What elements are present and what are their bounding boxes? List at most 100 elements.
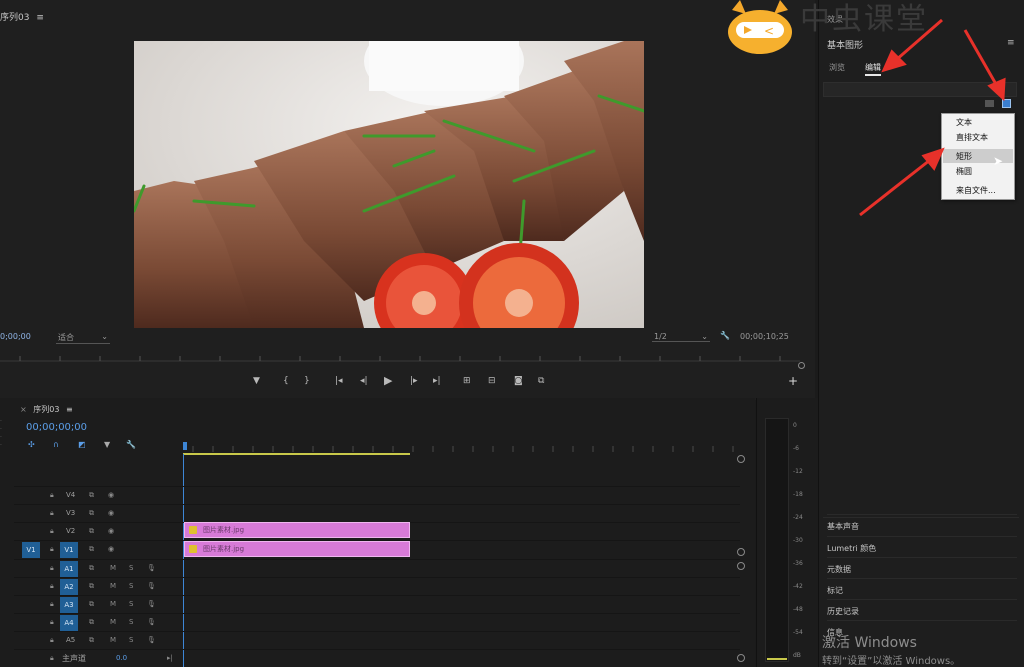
sync-lock-icon[interactable]: ⧉ [89, 582, 94, 591]
timeline-tab-label: 序列03 [33, 405, 60, 414]
microphone-icon[interactable]: 🎙︎ [147, 600, 156, 608]
track-master: 🔒︎ 主声道 0.0 ▸| [14, 649, 740, 667]
nest-icon[interactable]: ✣ [28, 440, 35, 449]
track-a2: 🔒︎ A2 ⧉ M S 🎙︎ [14, 577, 740, 595]
lock-icon[interactable]: 🔒︎ [50, 582, 54, 591]
clip-v1[interactable]: 图片素材.jpg [184, 541, 410, 557]
timeline-tab[interactable]: × 序列03 ≡ [20, 404, 73, 415]
sync-lock-icon[interactable]: ⧉ [89, 618, 94, 627]
microphone-icon[interactable]: 🎙︎ [147, 582, 156, 590]
meter-level [767, 658, 787, 660]
clip-name: 图片素材.jpg [203, 545, 245, 553]
go-to-end-icon[interactable]: ▸| [167, 654, 173, 662]
microphone-icon[interactable]: 🎙︎ [147, 564, 156, 572]
sync-lock-icon[interactable]: ⧉ [89, 636, 94, 645]
solo-button[interactable]: S [129, 564, 133, 572]
meter-tick: -42 [793, 583, 803, 590]
track-header: 🔒︎ A2 ⧉ M S 🎙︎ [14, 578, 182, 596]
track-a5: 🔒︎ A5 ⧉ M S 🎙︎ [14, 631, 740, 649]
track-target-a2[interactable]: A2 [60, 579, 78, 595]
track-target-a4[interactable]: A4 [60, 615, 78, 631]
eye-icon[interactable]: ◉ [108, 545, 114, 553]
track-target-a3[interactable]: A3 [60, 597, 78, 613]
scroll-handle[interactable] [737, 654, 745, 662]
mute-button[interactable]: M [110, 636, 116, 644]
clip-v2[interactable]: 图片素材.jpg [184, 522, 410, 538]
microphone-icon[interactable]: 🎙︎ [147, 636, 156, 644]
sync-lock-icon[interactable]: ⧉ [89, 509, 94, 518]
meter-tick: -54 [793, 629, 803, 636]
meter-tick: -6 [793, 445, 799, 452]
annotation-arrow-rectangle [859, 158, 931, 217]
fx-badge-icon [189, 526, 197, 534]
sync-lock-icon[interactable]: ⧉ [89, 545, 94, 554]
track-header: 🔒︎ A4 ⧉ M S 🎙︎ [14, 614, 182, 632]
track-name: V2 [66, 527, 76, 535]
mute-button[interactable]: M [110, 582, 116, 590]
meter-tick: -30 [793, 537, 803, 544]
lock-icon[interactable]: 🔒︎ [50, 527, 54, 536]
add-marker-icon[interactable]: ▼ [104, 440, 110, 449]
track-header: 🔒︎ V4 ⧉ ◉ [14, 487, 182, 505]
panel-menu-icon[interactable]: ≡ [66, 405, 73, 414]
meter-bars [765, 418, 789, 662]
track-header: 🔒︎ A3 ⧉ M S 🎙︎ [14, 596, 182, 614]
sync-lock-icon[interactable]: ⧉ [89, 527, 94, 536]
master-volume-value[interactable]: 0.0 [116, 654, 127, 662]
track-header: V1 🔒︎ V1 ⧉ ◉ [14, 541, 182, 559]
meter-tick: -18 [793, 491, 803, 498]
scroll-handle[interactable] [737, 455, 745, 463]
track-header: 🔒︎ V2 ⧉ ◉ [14, 523, 182, 541]
lock-icon[interactable]: 🔒︎ [50, 509, 54, 518]
master-track-label: 主声道 [62, 654, 86, 663]
mute-button[interactable]: M [110, 618, 116, 626]
microphone-icon[interactable]: 🎙︎ [147, 618, 156, 626]
lock-icon[interactable]: 🔒︎ [50, 564, 54, 573]
wrench-icon[interactable]: 🔧 [126, 440, 136, 449]
solo-button[interactable]: S [129, 600, 133, 608]
lock-icon[interactable]: 🔒︎ [50, 600, 54, 609]
track-a3: 🔒︎ A3 ⧉ M S 🎙︎ [14, 595, 740, 613]
solo-button[interactable]: S [129, 636, 133, 644]
fx-badge-icon [189, 545, 197, 553]
track-name: V3 [66, 509, 76, 517]
track-target-v1[interactable]: V1 [60, 542, 78, 558]
timeline-ruler[interactable] [183, 438, 743, 456]
track-a1: 🔒︎ A1 ⧉ M S 🎙︎ [14, 559, 740, 577]
timeline-timecode[interactable]: 00;00;00;00 [26, 422, 87, 433]
tool-strip[interactable]: · · · · [0, 418, 4, 458]
sync-lock-icon[interactable]: ⧉ [89, 564, 94, 573]
playhead-handle [183, 442, 187, 450]
track-target-a1[interactable]: A1 [60, 561, 78, 577]
meter-tick: -12 [793, 468, 803, 475]
mute-button[interactable]: M [110, 600, 116, 608]
lock-icon[interactable]: 🔒︎ [50, 618, 54, 627]
track-name: A5 [66, 636, 76, 644]
sync-lock-icon[interactable]: ⧉ [89, 491, 94, 500]
scroll-handle[interactable] [737, 548, 745, 556]
lock-icon[interactable]: 🔒︎ [50, 545, 54, 554]
eye-icon[interactable]: ◉ [108, 491, 114, 499]
meter-tick: 0 [793, 422, 797, 429]
track-header: 🔒︎ 主声道 0.0 ▸| [14, 650, 182, 667]
annotation-arrowhead [921, 147, 945, 171]
track-header: 🔒︎ A1 ⧉ M S 🎙︎ [14, 560, 182, 578]
timeline-tab-close-icon[interactable]: × [20, 405, 27, 414]
solo-button[interactable]: S [129, 582, 133, 590]
clip-name: 图片素材.jpg [203, 526, 245, 534]
sync-lock-icon[interactable]: ⧉ [89, 600, 94, 609]
lock-icon[interactable]: 🔒︎ [50, 636, 54, 645]
meter-tick: -36 [793, 560, 803, 567]
lock-icon[interactable]: 🔒︎ [50, 654, 54, 663]
meter-tick: -48 [793, 606, 803, 613]
eye-icon[interactable]: ◉ [108, 509, 114, 517]
solo-button[interactable]: S [129, 618, 133, 626]
mute-button[interactable]: M [110, 564, 116, 572]
audio-meters-panel: 0 -6 -12 -18 -24 -30 -36 -42 -48 -54 dB [756, 398, 818, 667]
eye-icon[interactable]: ◉ [108, 527, 114, 535]
source-patch-v1[interactable]: V1 [22, 542, 40, 558]
lock-icon[interactable]: 🔒︎ [50, 491, 54, 500]
track-header: 🔒︎ A5 ⧉ M S 🎙︎ [14, 632, 182, 650]
linked-selection-icon[interactable]: ◩ [78, 440, 86, 449]
snap-icon[interactable]: ∩ [53, 440, 59, 449]
